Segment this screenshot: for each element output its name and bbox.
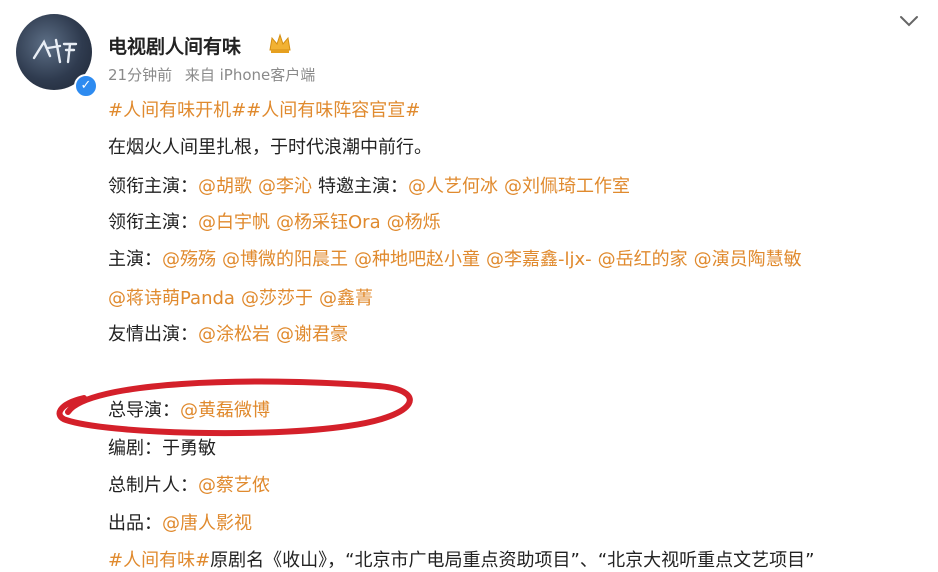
writer-label: 编剧：: [108, 438, 162, 459]
slogan-line: 在烟火人间里扎根，于时代浪潮中前行。: [108, 133, 432, 159]
mention-link[interactable]: @胡歌: [198, 176, 252, 197]
mention-link[interactable]: @杨烁: [387, 212, 441, 233]
mention-link[interactable]: @莎莎于: [241, 288, 313, 309]
publisher-line: 出品：@唐人影视: [108, 509, 252, 535]
writer-line: 编剧：于勇敏: [108, 434, 216, 460]
mention-link[interactable]: @鑫菁: [319, 288, 373, 309]
friend-label: 友情出演：: [108, 324, 198, 345]
mention-link[interactable]: @岳红的家: [598, 249, 688, 270]
post-source: 来自 iPhone客户端: [184, 66, 316, 84]
post-meta: 21分钟前 来自 iPhone客户端: [108, 64, 315, 85]
topics-line: #人间有味开机##人间有味阵容官宣#: [108, 96, 420, 122]
publisher-mention[interactable]: @唐人影视: [162, 513, 252, 534]
lead-cast-line: 领衔主演：@胡歌 @李沁 特邀主演：@人艺何冰 @刘佩琦工作室: [108, 172, 630, 198]
topic-tags[interactable]: #人间有味开机##人间有味阵容官宣#: [108, 100, 420, 121]
avatar-logo-icon: [32, 38, 78, 64]
mention-link[interactable]: @种地吧赵小童: [354, 249, 480, 270]
mention-link[interactable]: @白宇帆: [198, 212, 270, 233]
verified-icon: ✓: [74, 74, 98, 98]
lead-label: 领衔主演：: [108, 176, 198, 197]
mention-link[interactable]: @谢君豪: [276, 324, 348, 345]
mention-link[interactable]: @殇殇: [162, 249, 216, 270]
producer-line: 总制片人：@蔡艺侬: [108, 471, 270, 497]
special-label: 特邀主演：: [318, 176, 408, 197]
mention-link[interactable]: @杨采钰Ora: [276, 212, 381, 233]
mention-link[interactable]: @刘佩琦工作室: [504, 176, 630, 197]
chevron-down-icon[interactable]: [898, 12, 920, 30]
writer-name: 于勇敏: [162, 438, 216, 459]
mention-link[interactable]: @李沁: [258, 176, 312, 197]
mention-link[interactable]: @蒋诗萌Panda: [108, 288, 235, 309]
mention-link[interactable]: @演员陶慧敏: [694, 249, 802, 270]
director-label: 总导演：: [108, 400, 180, 421]
crown-icon: [269, 33, 291, 53]
producer-label: 总制片人：: [108, 475, 198, 496]
post-time: 21分钟前: [108, 66, 173, 84]
mention-link[interactable]: @李嘉鑫-ljx-: [486, 249, 592, 270]
friend-cast-line: 友情出演：@涂松岩 @谢君豪: [108, 320, 348, 346]
director-mention[interactable]: @黄磊微博: [180, 400, 270, 421]
slogan-text: 在烟火人间里扎根，于时代浪潮中前行。: [108, 137, 432, 158]
main-cast-line-1: 主演：@殇殇 @博微的阳晨王 @种地吧赵小童 @李嘉鑫-ljx- @岳红的家 @演员陶慧敏: [108, 245, 802, 271]
director-line: 总导演：@黄磊微博: [108, 396, 270, 422]
mention-link[interactable]: @博微的阳晨王: [222, 249, 348, 270]
mention-link[interactable]: @涂松岩: [198, 324, 270, 345]
main-label: 主演：: [108, 249, 162, 270]
lead2-label: 领衔主演：: [108, 212, 198, 233]
lead2-cast-line: 领衔主演：@白宇帆 @杨采钰Ora @杨烁: [108, 208, 441, 234]
producer-mention[interactable]: @蔡艺侬: [198, 475, 270, 496]
main-cast-line-2: @蒋诗萌Panda @莎莎于 @鑫菁: [108, 284, 373, 310]
publisher-label: 出品：: [108, 513, 162, 534]
footer-line: #人间有味#原剧名《收山》，“北京市广电局重点资助项目”、“北京大视听重点文艺项…: [108, 546, 814, 572]
account-name[interactable]: 电视剧人间有味: [108, 32, 241, 59]
mention-link[interactable]: @人艺何冰: [408, 176, 498, 197]
